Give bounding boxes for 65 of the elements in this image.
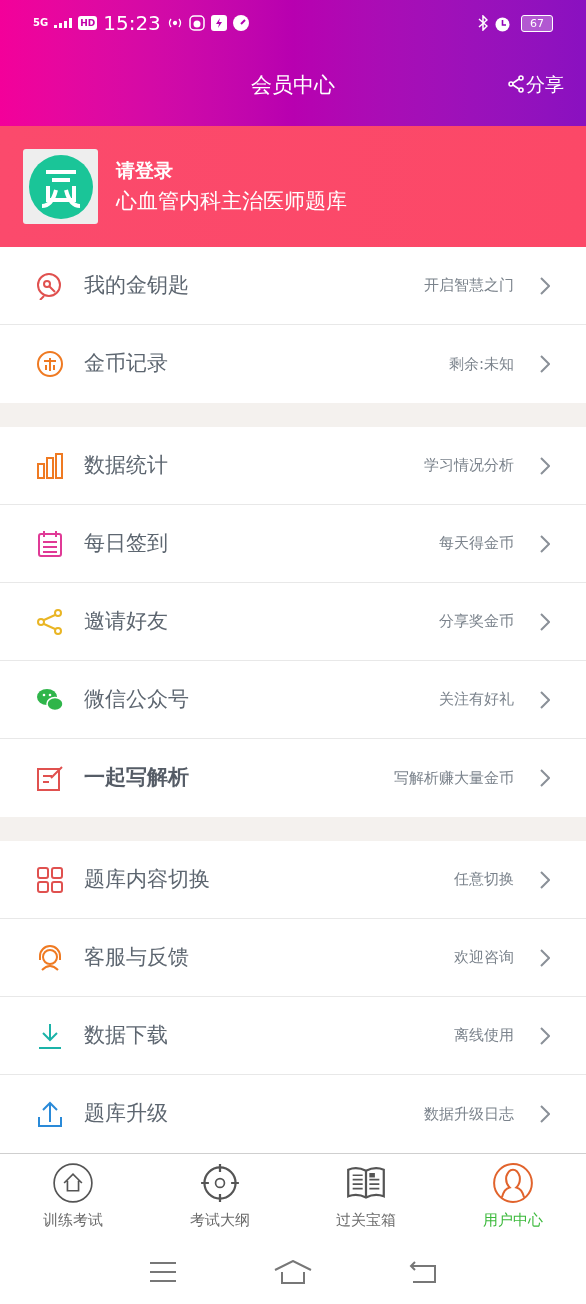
menu-icon[interactable] xyxy=(148,1261,177,1283)
menu-label: 数据统计 xyxy=(84,451,168,479)
tab-button[interactable]: 考试大纲 xyxy=(146,1154,293,1240)
hotspot-icon xyxy=(166,16,183,30)
chevron-right-icon xyxy=(540,1105,550,1123)
back-icon[interactable] xyxy=(409,1261,438,1283)
menu-hint: 关注有好礼 xyxy=(439,689,514,711)
menu-hint: 离线使用 xyxy=(454,1025,514,1047)
share-icon xyxy=(508,75,524,94)
bluetooth-icon xyxy=(478,15,488,31)
chevron-right-icon xyxy=(540,355,550,373)
menu-label: 我的金钥匙 xyxy=(84,271,189,299)
chevron-right-icon xyxy=(540,1026,550,1045)
bar-chart-icon xyxy=(36,451,64,480)
chevron-right-icon xyxy=(540,870,550,889)
chevron-right-icon xyxy=(540,612,550,631)
signal-icon xyxy=(54,18,73,28)
menu-label: 微信公众号 xyxy=(84,685,189,713)
edit-note-icon xyxy=(36,764,64,792)
hd-badge: HD xyxy=(78,16,98,30)
battery-indicator: 67 xyxy=(521,14,553,32)
user-icon xyxy=(492,1163,533,1203)
chevron-right-icon xyxy=(540,769,550,787)
headset-icon xyxy=(36,943,64,972)
menu-label: 金币记录 xyxy=(84,350,168,378)
menu-label: 题库内容切换 xyxy=(84,865,210,893)
bolt-icon xyxy=(210,15,227,31)
chevron-right-icon xyxy=(540,276,550,295)
menu-label: 一起写解析 xyxy=(84,764,189,792)
menu-label: 数据下载 xyxy=(84,1021,168,1049)
share-nodes-icon xyxy=(36,607,64,636)
chevron-right-icon xyxy=(540,948,550,967)
menu-hint: 每天得金币 xyxy=(439,533,514,555)
menu-label: 邀请好友 xyxy=(84,607,168,635)
download-icon xyxy=(36,1021,64,1050)
upload-icon xyxy=(36,1100,64,1128)
network-label: 5G xyxy=(33,18,49,28)
menu-label: 每日签到 xyxy=(84,529,168,557)
chevron-right-icon xyxy=(540,534,550,553)
home-icon xyxy=(53,1163,94,1203)
gauge-icon xyxy=(232,15,249,31)
menu-hint: 数据升级日志 xyxy=(424,1103,514,1125)
tab-button[interactable]: 过关宝箱 xyxy=(293,1154,440,1240)
menu-label: 题库升级 xyxy=(84,1100,168,1128)
login-prompt[interactable]: 请登录 xyxy=(116,158,347,183)
menu-hint: 分享奖金币 xyxy=(439,611,514,633)
chevron-right-icon xyxy=(540,456,550,475)
grid-icon xyxy=(36,865,64,894)
coin-icon xyxy=(36,350,64,378)
clock-time: 15:23 xyxy=(103,13,161,33)
home-icon[interactable] xyxy=(274,1260,312,1284)
chevron-right-icon xyxy=(540,690,550,709)
menu-label: 客服与反馈 xyxy=(84,943,189,971)
target-icon xyxy=(199,1163,240,1203)
menu-hint: 开启智慧之门 xyxy=(424,275,514,297)
calendar-icon xyxy=(36,529,64,558)
menu-hint: 欢迎咨询 xyxy=(454,947,514,969)
tab-button[interactable]: 训练考试 xyxy=(0,1154,147,1240)
share-button[interactable]: 分享 xyxy=(508,70,564,99)
menu-hint: 剩余:未知 xyxy=(448,353,514,375)
menu-hint: 学习情况分析 xyxy=(424,455,514,477)
question-bank-name: 心血管内科主治医师题库 xyxy=(116,188,347,215)
menu-hint: 任意切换 xyxy=(454,869,514,891)
menu-hint: 写解析赚大量金币 xyxy=(394,767,514,789)
page-title: 会员中心 xyxy=(251,72,335,100)
